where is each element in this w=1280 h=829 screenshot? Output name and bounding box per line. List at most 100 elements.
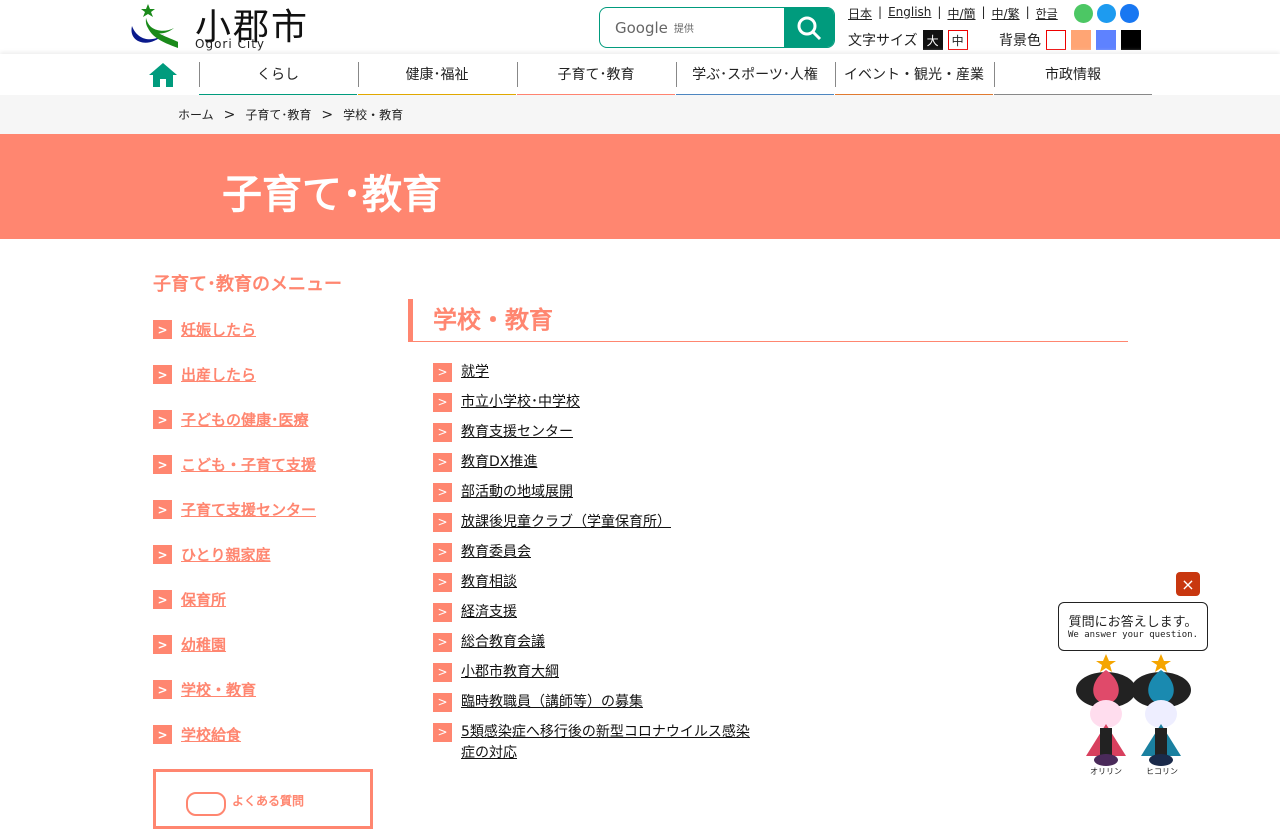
list-item[interactable]: > 経済支援 xyxy=(433,602,763,623)
chatbot-bubble[interactable]: 質問にお答えします。 We answer your question. xyxy=(1058,602,1208,651)
sidebar-item[interactable]: > 出産したら xyxy=(153,364,256,385)
list-item-link[interactable]: 教育相談 xyxy=(461,572,517,593)
font-size-large-button[interactable]: 大 xyxy=(922,30,943,50)
list-item-link[interactable]: 小郡市教育大綱 xyxy=(461,662,559,683)
sidebar-item-label[interactable]: こども・子育て支援 xyxy=(181,454,316,475)
nav-learning-sports[interactable]: 学ぶ･スポーツ･人権 xyxy=(676,54,834,97)
bg-color-label: 背景色 xyxy=(999,33,1041,49)
mascot-illustration xyxy=(1076,654,1191,766)
sidebar-item[interactable]: > 妊娠したら xyxy=(153,319,256,340)
sidebar-item-label[interactable]: 妊娠したら xyxy=(181,319,256,340)
city-logo[interactable] xyxy=(128,4,178,48)
font-size-medium-button[interactable]: 中 xyxy=(947,30,968,50)
chevron-right-icon: > xyxy=(153,410,172,429)
sidebar-item[interactable]: > 学校給食 xyxy=(153,724,241,745)
list-item-link[interactable]: 教育DX推進 xyxy=(461,452,537,473)
chevron-right-icon: > xyxy=(433,393,452,412)
facebook-icon[interactable] xyxy=(1120,4,1139,23)
faq-label: よくある質問 xyxy=(232,794,305,808)
bg-white-button[interactable] xyxy=(1046,30,1066,50)
line-icon[interactable] xyxy=(1074,4,1093,23)
breadcrumb-parent[interactable]: 子育て･教育 xyxy=(245,106,311,123)
sidebar-item-label[interactable]: 子育て支援センター xyxy=(181,499,316,520)
list-item-link[interactable]: 教育支援センター xyxy=(461,422,573,443)
sidebar-item-label[interactable]: 幼稚園 xyxy=(181,634,226,655)
global-nav: くらし 健康･福祉 子育て･教育 学ぶ･スポーツ･人権 イベント・観光・産業 市… xyxy=(0,54,1280,97)
list-item-link[interactable]: 5類感染症へ移行後の新型コロナウイルス感染症の対応 xyxy=(461,722,763,764)
list-item-link[interactable]: 総合教育会議 xyxy=(461,632,545,653)
lang-zh-cn[interactable]: 中/簡 xyxy=(947,5,975,22)
list-item[interactable]: > 教育委員会 xyxy=(433,542,763,563)
chat-bubble-icon xyxy=(186,792,226,816)
sidebar-item-label[interactable]: 学校・教育 xyxy=(181,679,256,700)
list-item[interactable]: >5類感染症へ移行後の新型コロナウイルス感染症の対応 xyxy=(433,722,763,764)
nav-kurashi[interactable]: くらし xyxy=(199,54,357,97)
sidebar-item-label[interactable]: ひとり親家庭 xyxy=(181,544,271,565)
sidebar-item-label[interactable]: 出産したら xyxy=(181,364,256,385)
list-item[interactable]: > 小郡市教育大綱 xyxy=(433,662,763,683)
chatbot-mascots[interactable]: オリリン ヒコリン xyxy=(1068,652,1203,776)
home-icon[interactable] xyxy=(148,62,178,88)
list-item[interactable]: > 市立小学校･中学校 xyxy=(433,392,763,413)
bg-blue-button[interactable] xyxy=(1096,30,1116,50)
breadcrumb-separator: > xyxy=(223,106,236,123)
list-item-link[interactable]: 放課後児童クラブ（学童保育所） xyxy=(461,512,671,533)
chevron-right-icon: > xyxy=(433,543,452,562)
header: 小郡市 Ogori City Google 提供 日本 | English | 中/簡… xyxy=(0,0,1280,54)
chevron-right-icon: > xyxy=(433,633,452,652)
list-item[interactable]: > 部活動の地域展開 xyxy=(433,482,763,503)
chevron-right-icon: > xyxy=(153,590,172,609)
chevron-right-icon: > xyxy=(153,545,172,564)
bg-orange-button[interactable] xyxy=(1071,30,1091,50)
lang-ja[interactable]: 日本 xyxy=(848,5,872,22)
chevron-right-icon: > xyxy=(433,513,452,532)
twitter-icon[interactable] xyxy=(1097,4,1116,23)
sidebar-item[interactable]: > 子育て支援センター xyxy=(153,499,316,520)
breadcrumb-current: 学校・教育 xyxy=(343,108,404,122)
mascot-name-2: ヒコリン xyxy=(1146,767,1178,776)
list-item[interactable]: > 教育支援センター xyxy=(433,422,763,443)
sidebar-item[interactable]: > 幼稚園 xyxy=(153,634,226,655)
sidebar-item[interactable]: > 子どもの健康･医療 xyxy=(153,409,309,430)
bg-black-button[interactable] xyxy=(1121,30,1141,50)
sidebar-item-label[interactable]: 子どもの健康･医療 xyxy=(181,409,309,430)
search-placeholder: Google xyxy=(615,18,668,37)
list-item[interactable]: > 放課後児童クラブ（学童保育所） xyxy=(433,512,763,533)
lang-ko[interactable]: 한글 xyxy=(1036,5,1058,22)
list-item-link[interactable]: 市立小学校･中学校 xyxy=(461,392,580,413)
list-item[interactable]: > 教育DX推進 xyxy=(433,452,763,473)
list-item[interactable]: > 臨時教職員（講師等）の募集 xyxy=(433,692,763,713)
category-banner: 子育て･教育 xyxy=(0,134,1280,239)
list-item-link[interactable]: 経済支援 xyxy=(461,602,517,623)
chatbot-close-button[interactable]: × xyxy=(1176,572,1200,596)
sidebar-item[interactable]: > ひとり親家庭 xyxy=(153,544,271,565)
sidebar-item-label[interactable]: 保育所 xyxy=(181,589,226,610)
list-item[interactable]: > 就学 xyxy=(433,362,763,383)
breadcrumb-home[interactable]: ホーム xyxy=(178,106,214,123)
nav-health-welfare[interactable]: 健康･福祉 xyxy=(358,54,516,97)
sidebar-item[interactable]: > 保育所 xyxy=(153,589,226,610)
search-button[interactable] xyxy=(784,8,834,47)
sidebar-item[interactable]: > 学校・教育 xyxy=(153,679,256,700)
nav-city-info[interactable]: 市政情報 xyxy=(994,54,1152,97)
section-heading: 学校・教育 xyxy=(408,299,1128,342)
list-item[interactable]: > 総合教育会議 xyxy=(433,632,763,653)
lang-en[interactable]: English xyxy=(888,5,931,22)
list-item-link[interactable]: 就学 xyxy=(461,362,489,383)
faq-button[interactable]: よくある質問 xyxy=(153,769,373,829)
sidebar-item-label[interactable]: 学校給食 xyxy=(181,724,241,745)
lang-zh-tw[interactable]: 中/繁 xyxy=(992,5,1020,22)
list-item-link[interactable]: 部活動の地域展開 xyxy=(461,482,573,503)
chevron-right-icon: > xyxy=(433,453,452,472)
nav-events-tourism[interactable]: イベント・観光・産業 xyxy=(835,54,993,97)
list-item[interactable]: > 教育相談 xyxy=(433,572,763,593)
search-input[interactable]: Google 提供 xyxy=(600,8,784,47)
chevron-right-icon: > xyxy=(433,693,452,712)
list-item-link[interactable]: 教育委員会 xyxy=(461,542,531,563)
mascot-name-1: オリリン xyxy=(1090,767,1122,776)
search-icon xyxy=(797,16,822,40)
breadcrumb: ホーム > 子育て･教育 > 学校・教育 xyxy=(0,95,1280,134)
list-item-link[interactable]: 臨時教職員（講師等）の募集 xyxy=(461,692,643,713)
sidebar-item[interactable]: > こども・子育て支援 xyxy=(153,454,316,475)
nav-childcare-education[interactable]: 子育て･教育 xyxy=(517,54,675,97)
